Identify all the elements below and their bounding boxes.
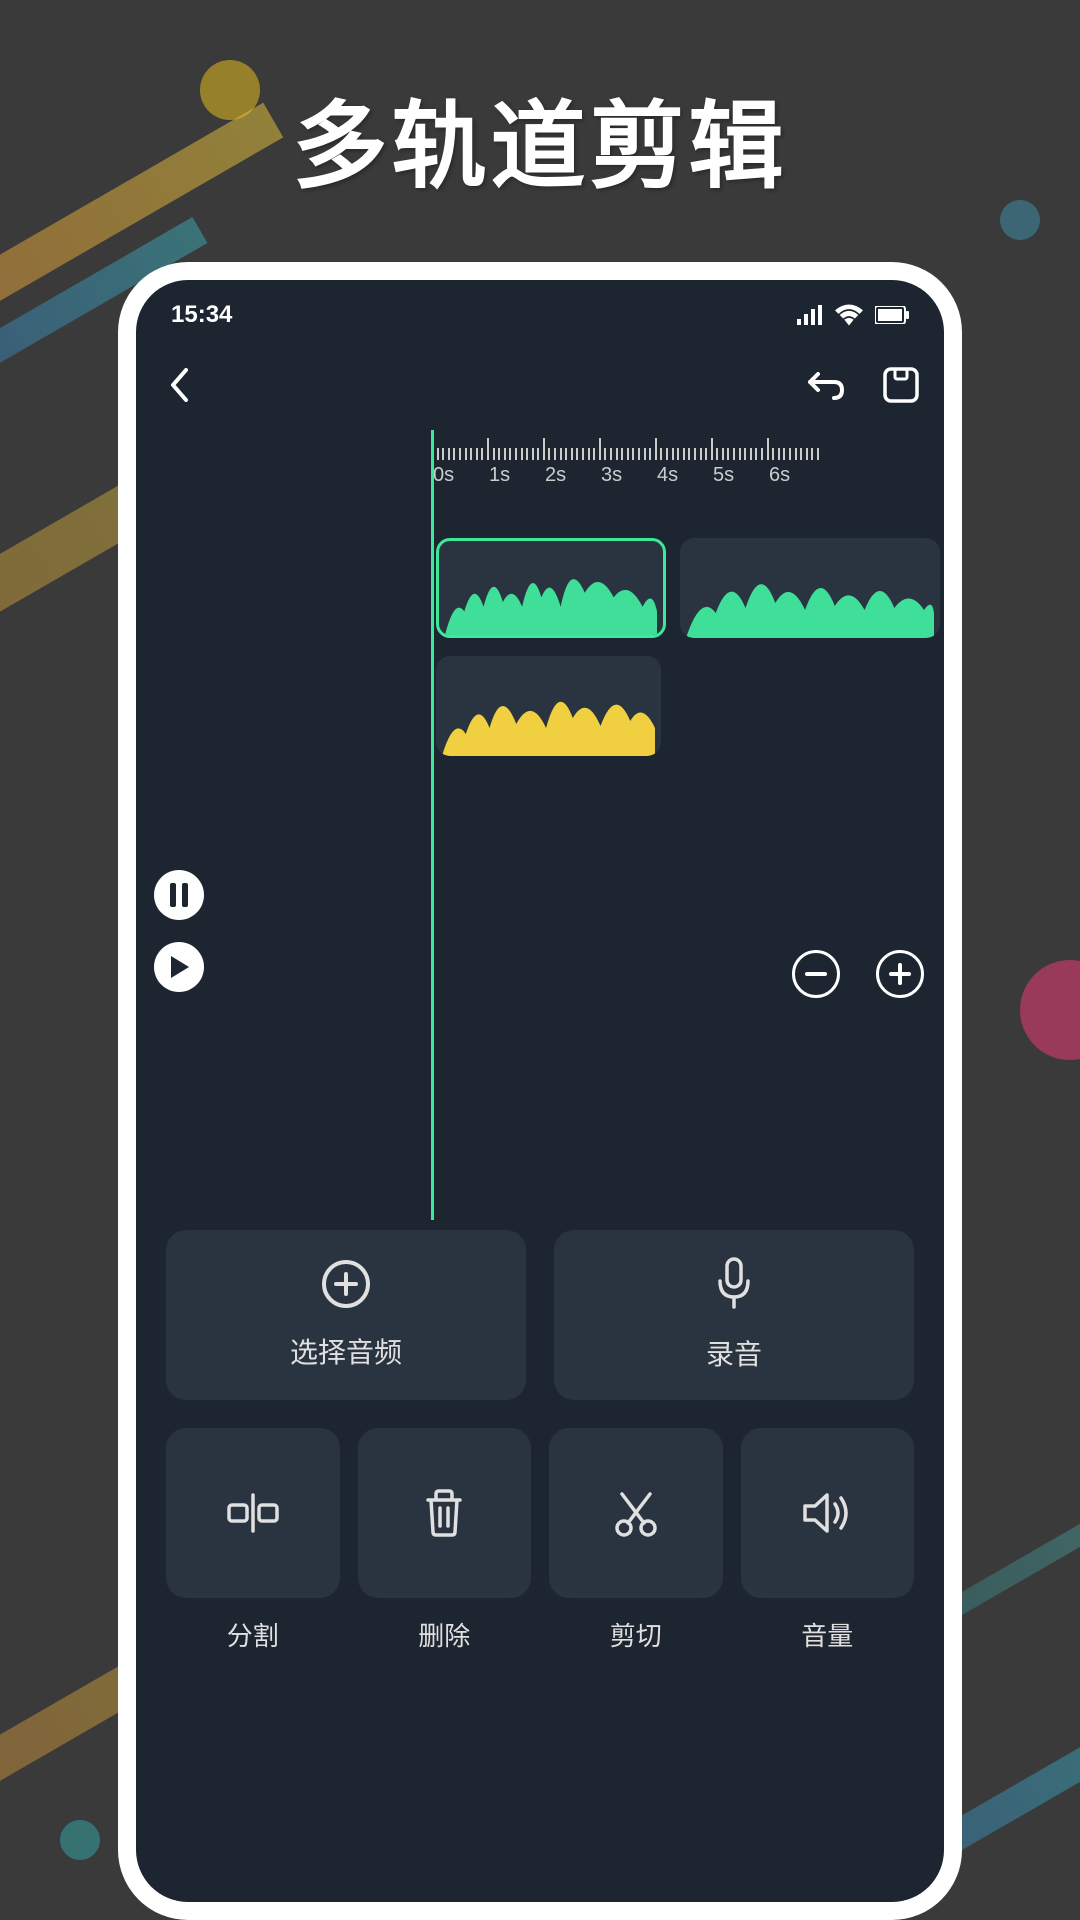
ruler-label: 6s [767,464,823,487]
ruler-label: 5s [711,464,767,487]
split-icon [225,1489,281,1537]
battery-icon [875,306,909,324]
waveform-icon [686,538,934,638]
track-1[interactable] [436,538,944,638]
volume-label: 音量 [741,1616,915,1653]
zoom-controls [792,950,924,998]
pause-icon [169,883,189,907]
top-nav [136,340,944,430]
split-label: 分割 [166,1616,340,1653]
zoom-out-button[interactable] [792,950,840,998]
tool-labels: 分割 删除 剪切 音量 [136,1616,944,1653]
volume-button[interactable] [741,1428,915,1598]
scissors-icon [612,1488,660,1538]
wifi-icon [835,304,863,326]
audio-clip[interactable] [436,656,661,756]
ruler-tick [817,448,823,460]
split-button[interactable] [166,1428,340,1598]
trash-icon [422,1488,466,1538]
status-bar: 15:34 [136,280,944,340]
delete-label: 删除 [358,1616,532,1653]
record-label: 录音 [706,1333,762,1373]
cut-button[interactable] [549,1428,723,1598]
cut-label: 剪切 [549,1616,723,1653]
timeline-ruler[interactable]: 0s1s2s3s4s5s6s [431,430,944,510]
microphone-icon [714,1257,754,1311]
status-icons [797,304,909,326]
page-title: 多轨道剪辑 [0,70,1080,207]
track-2[interactable] [436,656,944,756]
select-audio-label: 选择音频 [290,1331,402,1371]
select-audio-button[interactable]: 选择音频 [166,1230,526,1400]
delete-button[interactable] [358,1428,532,1598]
play-icon [168,955,190,979]
bg-decor [60,1820,100,1860]
record-button[interactable]: 录音 [554,1230,914,1400]
ruler-label: 1s [487,464,543,487]
zoom-in-button[interactable] [876,950,924,998]
tracks-container [436,538,944,774]
action-row: 选择音频 录音 [136,1230,944,1400]
signal-icon [797,305,823,325]
editor-area[interactable]: 0s1s2s3s4s5s6s [136,430,944,1220]
ruler-label: 0s [431,464,487,487]
playhead[interactable] [431,430,434,1220]
audio-clip-selected[interactable] [436,538,666,638]
waveform-icon [445,541,657,635]
plus-circle-icon [321,1259,371,1309]
speaker-icon [801,1490,853,1536]
undo-icon [804,368,846,402]
save-icon [882,366,920,404]
waveform-icon [442,656,655,756]
pause-button[interactable] [154,870,204,920]
save-button[interactable] [878,362,924,408]
chevron-left-icon [169,368,189,402]
phone-frame: 15:34 [118,262,962,1920]
tool-row [136,1428,944,1598]
bg-decor [1020,960,1080,1060]
ruler-label: 4s [655,464,711,487]
status-time: 15:34 [171,301,232,329]
play-button[interactable] [154,942,204,992]
playback-controls [154,870,204,992]
ruler-label: 2s [543,464,599,487]
ruler-label: 3s [599,464,655,487]
plus-icon [889,963,911,985]
minus-icon [805,972,827,976]
phone-screen: 15:34 [136,280,944,1902]
undo-button[interactable] [802,362,848,408]
audio-clip[interactable] [680,538,940,638]
back-button[interactable] [156,362,202,408]
